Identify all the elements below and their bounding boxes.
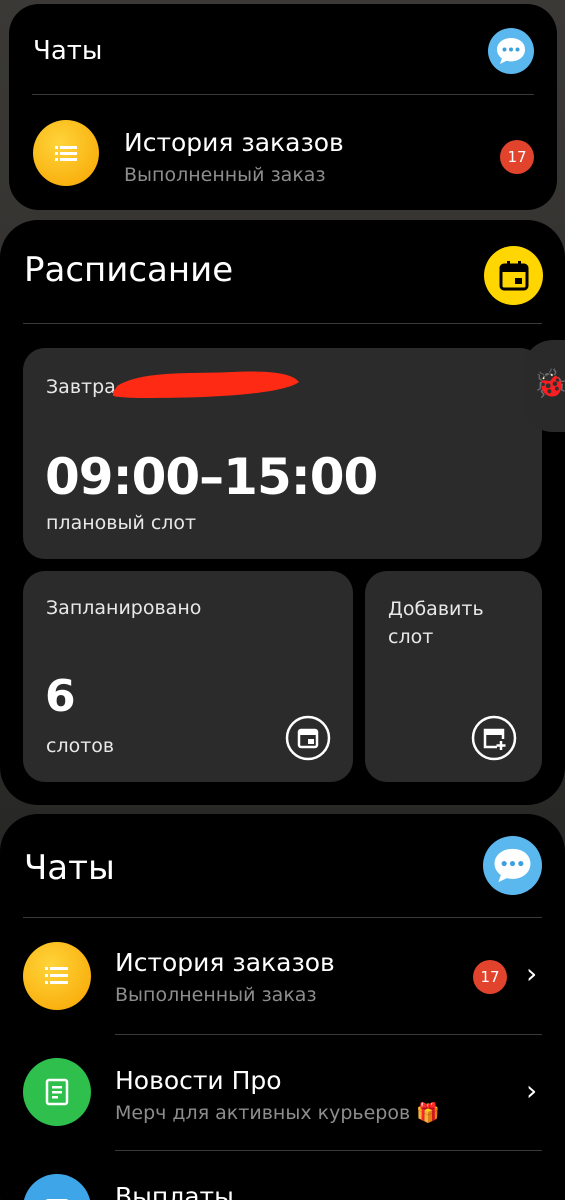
add-slot-tile[interactable]: Добавить слот bbox=[365, 571, 542, 782]
schedule-title: Расписание bbox=[24, 250, 234, 290]
wallet-icon bbox=[23, 1174, 91, 1200]
chats-widget-compact: Чаты История заказов Выполненный заказ 1… bbox=[9, 4, 557, 210]
slot-time: 09:00–15:00 bbox=[45, 448, 378, 506]
chat-title: Выплаты bbox=[115, 1182, 234, 1200]
bug-report-tab[interactable]: 🐞 bbox=[523, 340, 565, 432]
calendar-button[interactable] bbox=[484, 246, 543, 305]
planned-slots-tile[interactable]: Запланировано 6 слотов bbox=[23, 571, 353, 782]
chat-bubble-icon[interactable] bbox=[488, 28, 534, 74]
schedule-widget: Расписание Завтра, 09:00–15:00 плановый … bbox=[0, 220, 565, 805]
divider bbox=[23, 917, 542, 918]
chat-title: История заказов bbox=[124, 128, 344, 157]
unread-badge: 17 bbox=[473, 960, 507, 994]
chat-subtitle: Мерч для активных курьеров 🎁 bbox=[115, 1102, 440, 1124]
chats-widget: Чаты История заказов Выполненный заказ 1… bbox=[0, 814, 565, 1200]
divider bbox=[115, 1150, 542, 1151]
slot-caption: плановый слот bbox=[46, 512, 197, 534]
tomorrow-slot-tile[interactable]: Завтра, 09:00–15:00 плановый слот bbox=[23, 348, 542, 559]
list-icon bbox=[33, 120, 99, 186]
calendar-icon bbox=[499, 260, 528, 290]
divider bbox=[23, 323, 542, 324]
chat-subtitle: Выполненный заказ bbox=[115, 984, 317, 1006]
chat-bubble-icon[interactable] bbox=[483, 836, 542, 895]
chevron-right-icon: › bbox=[526, 1074, 538, 1107]
chats-title: Чаты bbox=[33, 36, 103, 66]
redaction-mark bbox=[113, 371, 299, 398]
unread-badge: 17 bbox=[500, 140, 534, 174]
tomorrow-label: Завтра, bbox=[46, 376, 122, 398]
add-slot-label: Добавить слот bbox=[388, 598, 484, 648]
planned-unit: слотов bbox=[46, 735, 115, 757]
planned-label: Запланировано bbox=[46, 597, 202, 619]
divider bbox=[32, 94, 534, 95]
chat-title: История заказов bbox=[115, 948, 335, 977]
chats-title: Чаты bbox=[24, 848, 115, 888]
list-icon bbox=[23, 942, 91, 1010]
document-icon bbox=[23, 1058, 91, 1126]
bug-icon: 🐞 bbox=[533, 367, 565, 400]
divider bbox=[115, 1034, 542, 1035]
chevron-right-icon: › bbox=[526, 957, 538, 990]
chat-subtitle: Выполненный заказ bbox=[124, 164, 326, 186]
planned-count: 6 bbox=[45, 671, 76, 722]
chat-title: Новости Про bbox=[115, 1066, 282, 1095]
calendar-add-icon bbox=[471, 715, 517, 761]
calendar-icon bbox=[285, 715, 331, 761]
